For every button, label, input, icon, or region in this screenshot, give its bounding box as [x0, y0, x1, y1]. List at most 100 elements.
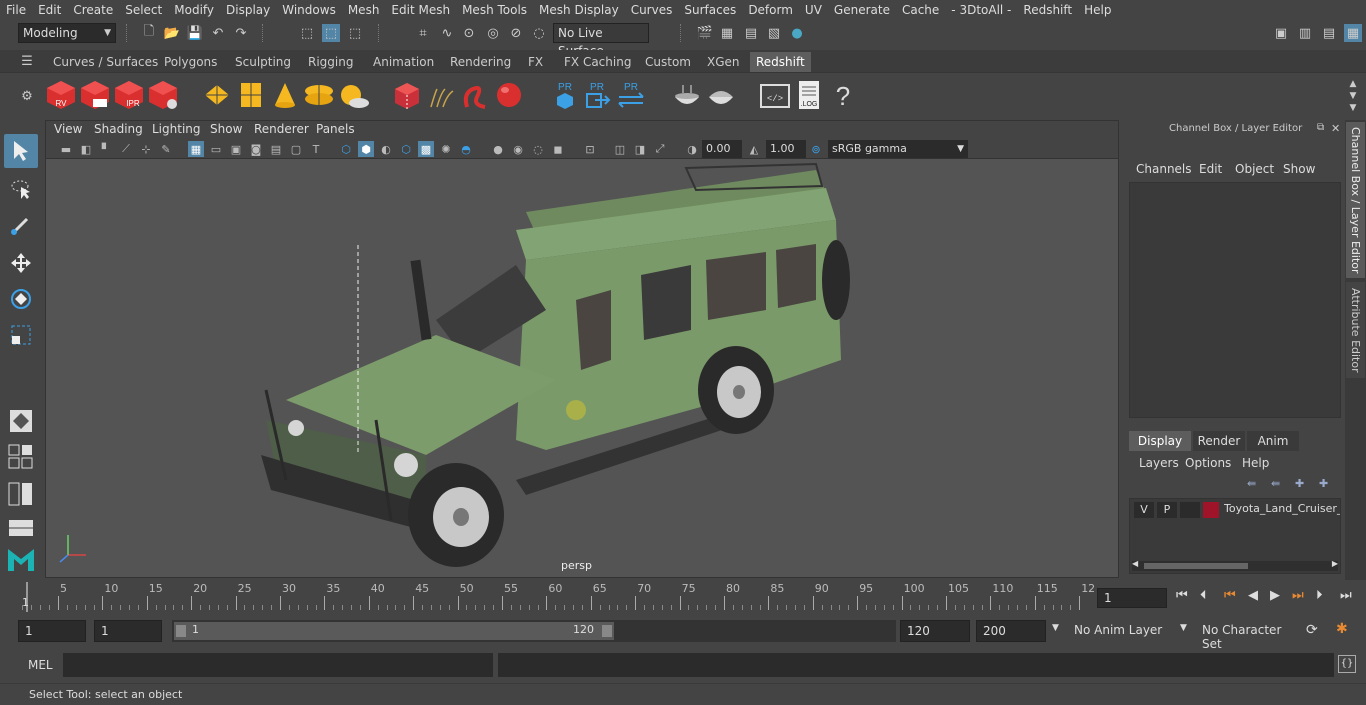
bookmark-icon[interactable]: ▘: [98, 141, 114, 157]
redshift-batch-render-icon[interactable]: [78, 77, 112, 113]
select-hierarchy-icon[interactable]: ⬚: [298, 24, 316, 42]
time-slider[interactable]: 5 10 15 20 25 30 35 40 45 50 55 60 65 70 75 80 85 90 95 100…: [0, 580, 1366, 616]
film-gate-icon[interactable]: ▭: [208, 141, 224, 157]
pr-cube-icon[interactable]: PR: [548, 77, 582, 113]
layout-persp-graph-icon[interactable]: [4, 516, 38, 540]
layer-name[interactable]: Toyota_Land_Cruiser_S: [1224, 502, 1340, 515]
layer-type-toggle[interactable]: [1180, 502, 1200, 518]
tab-curves-surfaces[interactable]: Curves / Surfaces: [47, 52, 164, 72]
shelf-options-icon[interactable]: ⚙: [18, 87, 36, 105]
tab-rendering[interactable]: Rendering: [444, 52, 517, 72]
help-menu[interactable]: Help: [1242, 456, 1269, 470]
curve-object-icon[interactable]: [458, 77, 492, 113]
tab-custom[interactable]: Custom: [639, 52, 697, 72]
layer-visibility-toggle[interactable]: V: [1134, 502, 1154, 518]
material-pie-icon[interactable]: [704, 77, 738, 113]
redo-icon[interactable]: ↷: [232, 24, 250, 42]
snap-grid-icon[interactable]: ⌗: [414, 24, 432, 42]
layer-playback-toggle[interactable]: P: [1157, 502, 1177, 518]
play-forward-icon[interactable]: ▶: [1270, 588, 1280, 603]
safe-title-icon[interactable]: T: [308, 141, 324, 157]
toggle-modeling-toolkit-icon[interactable]: ▥: [1296, 24, 1314, 42]
smooth-shade-icon[interactable]: ⬢: [358, 141, 374, 157]
time-ruler[interactable]: 5 10 15 20 25 30 35 40 45 50 55 60 65 70 75 80 85 90 95 100…: [20, 582, 1095, 612]
range-slider-start-handle[interactable]: [176, 625, 186, 637]
wireframe-on-shaded-icon[interactable]: ⬡: [398, 141, 414, 157]
tab-channel-box-layer-editor[interactable]: Channel Box / Layer Editor: [1346, 122, 1365, 278]
script-editor-icon[interactable]: </>: [758, 77, 792, 113]
viewport-menu-shading[interactable]: Shading: [94, 122, 143, 136]
field-chart-icon[interactable]: ▤: [268, 141, 284, 157]
layers-menu[interactable]: Layers: [1139, 456, 1179, 470]
screen-space-ao-icon[interactable]: ●: [490, 141, 506, 157]
sun-sky-icon[interactable]: [336, 77, 370, 113]
menu-edit[interactable]: Edit: [32, 0, 67, 20]
viewport-menu-show[interactable]: Show: [210, 122, 242, 136]
viewport-menu-view[interactable]: View: [54, 122, 82, 136]
anti-aliasing-icon[interactable]: ◌: [530, 141, 546, 157]
isolate-select-icon[interactable]: ⊡: [582, 141, 598, 157]
step-forward-key-icon[interactable]: ⏭: [1292, 588, 1304, 603]
go-to-end-icon[interactable]: ⏭: [1340, 588, 1352, 603]
tab-anim[interactable]: Anim: [1247, 431, 1299, 451]
menu-mesh-display[interactable]: Mesh Display: [533, 0, 625, 20]
menu-windows[interactable]: Windows: [276, 0, 342, 20]
resolution-gate-icon[interactable]: ▣: [228, 141, 244, 157]
menu-display[interactable]: Display: [220, 0, 276, 20]
portal-light-icon[interactable]: [234, 77, 268, 113]
range-slider-bar[interactable]: 1 120: [174, 622, 614, 640]
sphere-object-icon[interactable]: [492, 77, 526, 113]
range-slider-end-handle[interactable]: [602, 625, 612, 637]
show-menu[interactable]: Show: [1283, 162, 1315, 176]
select-camera-icon[interactable]: ▬: [58, 141, 74, 157]
channel-list[interactable]: [1129, 182, 1341, 418]
menu-curves[interactable]: Curves: [625, 0, 679, 20]
edit-menu[interactable]: Edit: [1199, 162, 1222, 176]
command-language-label[interactable]: MEL: [28, 658, 53, 672]
snap-view-icon[interactable]: ◎: [484, 24, 502, 42]
snap-curve-icon[interactable]: ∿: [438, 24, 456, 42]
color-management-icon[interactable]: ⊚: [808, 141, 824, 157]
close-icon[interactable]: ✕: [1331, 122, 1340, 135]
layout-single-icon[interactable]: [4, 442, 38, 472]
help-icon[interactable]: ?: [826, 77, 860, 113]
anim-layer-dropdown[interactable]: ▼ No Anim Layer: [1050, 620, 1170, 642]
new-layer-icon[interactable]: ✚: [1295, 477, 1304, 490]
auto-key-icon[interactable]: ⟳: [1306, 622, 1318, 638]
current-frame-field[interactable]: 1: [1097, 588, 1167, 608]
menu-3dtoall[interactable]: - 3DtoAll -: [945, 0, 1017, 20]
scroll-left-icon[interactable]: ◀: [1132, 559, 1138, 568]
tab-render[interactable]: Render: [1193, 431, 1245, 451]
viewport-menu-panels[interactable]: Panels: [316, 122, 355, 136]
step-forward-frame-icon[interactable]: ⏵: [1316, 588, 1323, 603]
layer-horizontal-scrollbar[interactable]: ◀ ▶: [1132, 559, 1338, 571]
gamma-field[interactable]: 1.00: [766, 140, 806, 158]
layout-outliner-icon[interactable]: [4, 480, 38, 510]
snap-point-icon[interactable]: ⊙: [460, 24, 478, 42]
tab-polygons[interactable]: Polygons: [158, 52, 223, 72]
viewport-menu-renderer[interactable]: Renderer: [254, 122, 309, 136]
redshift-ipr-icon[interactable]: IPR: [112, 77, 146, 113]
go-to-start-icon[interactable]: ⏮: [1176, 588, 1188, 603]
step-back-key-icon[interactable]: ⏮: [1224, 588, 1236, 603]
lasso-tool-icon[interactable]: [4, 172, 38, 206]
animation-end-field[interactable]: 200: [976, 620, 1046, 642]
animation-start-field[interactable]: 1: [18, 620, 86, 642]
workspace-icon[interactable]: ▣: [1272, 24, 1290, 42]
select-component-icon[interactable]: ⬚: [346, 24, 364, 42]
menu-deform[interactable]: Deform: [742, 0, 799, 20]
textured-icon[interactable]: ▩: [418, 141, 434, 157]
render-settings-icon[interactable]: 🎬: [696, 24, 714, 42]
move-tool-icon[interactable]: [4, 246, 38, 280]
tab-display[interactable]: Display: [1129, 431, 1191, 451]
default-lighting-icon[interactable]: ◐: [378, 141, 394, 157]
use-all-lights-icon[interactable]: ✺: [438, 141, 454, 157]
safe-action-icon[interactable]: ▢: [288, 141, 304, 157]
playback-end-field[interactable]: 120: [900, 620, 970, 642]
shadows-icon[interactable]: ◓: [458, 141, 474, 157]
channels-menu[interactable]: Channels: [1136, 162, 1192, 176]
rotate-tool-icon[interactable]: [4, 282, 38, 316]
tab-redshift[interactable]: Redshift: [750, 52, 811, 72]
spot-light-icon[interactable]: [268, 77, 302, 113]
move-layer-up-icon[interactable]: ⇚: [1247, 477, 1256, 490]
